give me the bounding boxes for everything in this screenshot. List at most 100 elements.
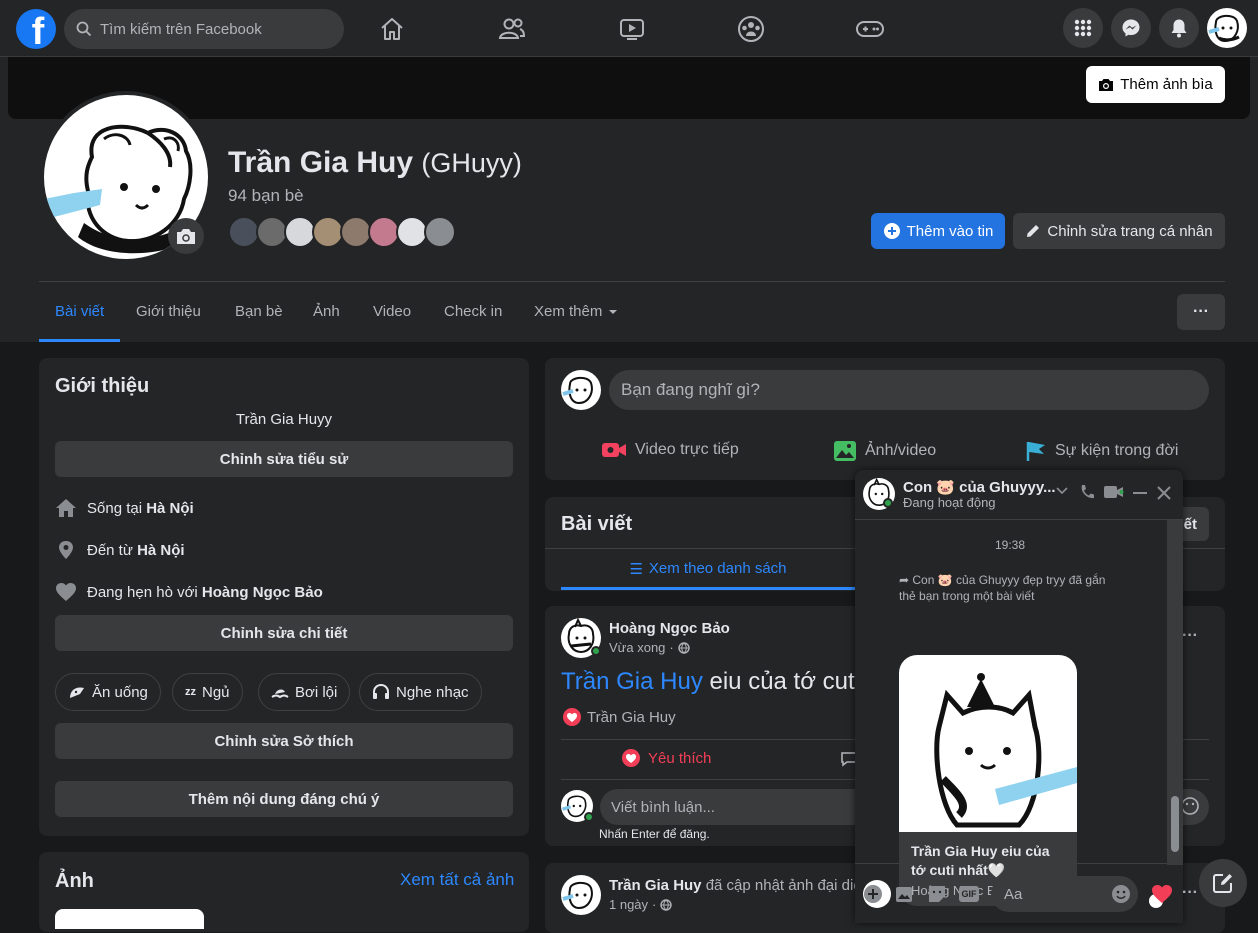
composer-avatar[interactable] [561, 370, 601, 410]
relationship-row: Đang hẹn hò với Hoàng Ngọc Bảo [55, 582, 323, 602]
scrollbar-thumb[interactable] [1171, 796, 1179, 852]
from-text: Đến từ Hà Nội [87, 542, 185, 559]
sticker-icon[interactable] [927, 884, 947, 904]
friends-count[interactable]: 94 bạn bè [228, 186, 304, 206]
tab-friends[interactable]: Bạn bè [235, 303, 283, 320]
add-cover-photo-button[interactable]: Thêm ảnh bìa [1086, 66, 1225, 103]
edit-bio-button[interactable]: Chỉnh sửa tiểu sử [55, 441, 513, 477]
hobby-eating-label: Ăn uống [92, 683, 148, 701]
post-text: eiu của tớ cuti [702, 668, 860, 695]
new-message-button[interactable] [1199, 859, 1247, 907]
edit-details-button[interactable]: Chỉnh sửa chi tiết [55, 615, 513, 651]
hobby-sleeping-label: Ngủ [202, 683, 230, 701]
post-content: Trần Gia Huy eiu của tớ cuti [561, 668, 860, 696]
lives-in-row: Sống tại Hà Nội [55, 498, 194, 518]
edit-hobbies-button[interactable]: Chỉnh sửa Sở thích [55, 723, 513, 759]
active-tab-indicator [39, 339, 120, 342]
profile-more-options-button[interactable]: ··· [1177, 294, 1225, 330]
post-time-text[interactable]: 1 ngày [609, 897, 648, 912]
lives-in-place[interactable]: Hà Nội [146, 500, 194, 517]
update-profile-picture-button[interactable] [168, 218, 204, 254]
location-pin-icon [59, 541, 73, 559]
hobby-swimming[interactable]: Bơi lội [258, 673, 351, 711]
chat-messages-area[interactable]: 19:38 ➦ Con 🐷 của Ghuyyy đẹp tryy đã gắn… [855, 519, 1183, 908]
post-header-text: Trần Gia Huy đã cập nhật ảnh đại diệ [609, 877, 862, 894]
video-call-icon[interactable] [1103, 485, 1125, 499]
add-to-story-button[interactable]: Thêm vào tin [871, 213, 1005, 249]
cover-photo[interactable] [8, 57, 1250, 119]
shared-post-card[interactable]: Trần Gia Huy eiu của tớ cuti nhất🤍 Hoàng… [899, 655, 1077, 906]
from-place[interactable]: Hà Nội [137, 542, 185, 559]
friend-avatar[interactable] [424, 216, 456, 248]
live-video-icon [602, 443, 626, 457]
chat-contact-name[interactable]: Con 🐷 của Ghuyyy... [903, 478, 1056, 496]
minimize-icon[interactable] [1133, 492, 1147, 494]
post-author-name[interactable]: Hoàng Ngọc Bảo [609, 620, 730, 637]
edit-profile-button[interactable]: Chỉnh sửa trang cá nhân [1013, 213, 1225, 249]
home-icon[interactable] [375, 12, 409, 46]
post-time-text[interactable]: Vừa xong [609, 640, 665, 655]
hobby-sleeping[interactable]: zz Ngủ [172, 673, 243, 711]
chat-more-icon[interactable]: ··· [1182, 884, 1198, 902]
food-icon [70, 687, 84, 698]
header-divider [39, 281, 1225, 282]
comment-placeholder: Viết bình luận... [611, 798, 715, 816]
add-featured-button[interactable]: Thêm nội dung đáng chú ý [55, 781, 513, 817]
image-icon[interactable] [895, 884, 915, 904]
list-view-tab[interactable]: ☰ Xem theo danh sách [561, 560, 855, 578]
post-author-name[interactable]: Trần Gia Huy [609, 877, 702, 894]
chevron-down-icon[interactable] [1056, 487, 1068, 495]
close-icon[interactable] [1157, 486, 1171, 500]
photo-video-button[interactable]: Ảnh/video [833, 440, 936, 462]
shared-post-image[interactable] [899, 655, 1077, 832]
bell-icon[interactable] [1159, 8, 1199, 48]
plus-circle-icon [883, 223, 900, 239]
love-button[interactable]: Yêu thích [622, 749, 711, 767]
add-cover-photo-label: Thêm ảnh bìa [1120, 76, 1213, 93]
composer-placeholder: Bạn đang nghĩ gì? [621, 380, 760, 399]
compose-icon [1213, 874, 1232, 893]
chat-timestamp: 19:38 [994, 538, 1026, 552]
relationship-person[interactable]: Hoàng Ngọc Bảo [202, 584, 323, 601]
post-options-icon[interactable]: ··· [1182, 627, 1198, 645]
tab-check-ins[interactable]: Check in [444, 303, 502, 320]
facebook-logo[interactable]: f [16, 9, 56, 49]
whats-on-your-mind-input[interactable]: Bạn đang nghĩ gì? [609, 370, 1209, 410]
friends-icon[interactable] [495, 12, 529, 46]
emoji-icon[interactable] [1111, 884, 1131, 904]
tab-videos[interactable]: Video [373, 303, 411, 320]
reactions-summary[interactable]: Trần Gia Huy [563, 708, 676, 726]
pencil-icon [1027, 225, 1040, 237]
photo-thumbnail[interactable] [55, 909, 204, 929]
tab-photos[interactable]: Ảnh [313, 303, 340, 320]
see-all-photos-link[interactable]: Xem tất cả ảnh [400, 870, 514, 890]
profile-avatar[interactable] [1207, 8, 1247, 48]
sticker-icon[interactable] [1180, 796, 1200, 816]
tagged-person-link[interactable]: Trần Gia Huy [561, 668, 703, 695]
flag-icon [1026, 442, 1045, 461]
tab-more[interactable]: Xem thêm [534, 303, 618, 320]
globe-icon [678, 641, 690, 654]
hobby-music[interactable]: Nghe nhạc [359, 673, 482, 711]
plus-icon[interactable] [863, 884, 883, 904]
live-video-button[interactable]: Video trực tiếp [601, 440, 739, 460]
search-input[interactable] [100, 20, 320, 38]
hobby-eating[interactable]: Ăn uống [55, 673, 161, 711]
search-box[interactable] [64, 9, 344, 49]
life-event-label: Sự kiện trong đời [1055, 442, 1179, 459]
groups-icon[interactable] [734, 12, 768, 46]
watch-icon[interactable] [615, 12, 649, 46]
menu-grid-icon[interactable] [1063, 8, 1103, 48]
messenger-icon[interactable] [1111, 8, 1151, 48]
chat-scrollbar[interactable] [1167, 520, 1183, 865]
dot-separator: · [652, 897, 657, 912]
camera-icon [1099, 78, 1114, 91]
tab-posts[interactable]: Bài viết [55, 303, 104, 320]
heart-reaction-icon[interactable] [1151, 884, 1173, 904]
phone-icon[interactable] [1079, 484, 1095, 500]
gif-icon[interactable]: GIF [959, 886, 979, 902]
tab-about[interactable]: Giới thiệu [136, 303, 201, 320]
life-event-button[interactable]: Sự kiện trong đời [1025, 440, 1178, 462]
gaming-icon[interactable] [853, 12, 887, 46]
post-author-avatar[interactable] [561, 875, 601, 915]
